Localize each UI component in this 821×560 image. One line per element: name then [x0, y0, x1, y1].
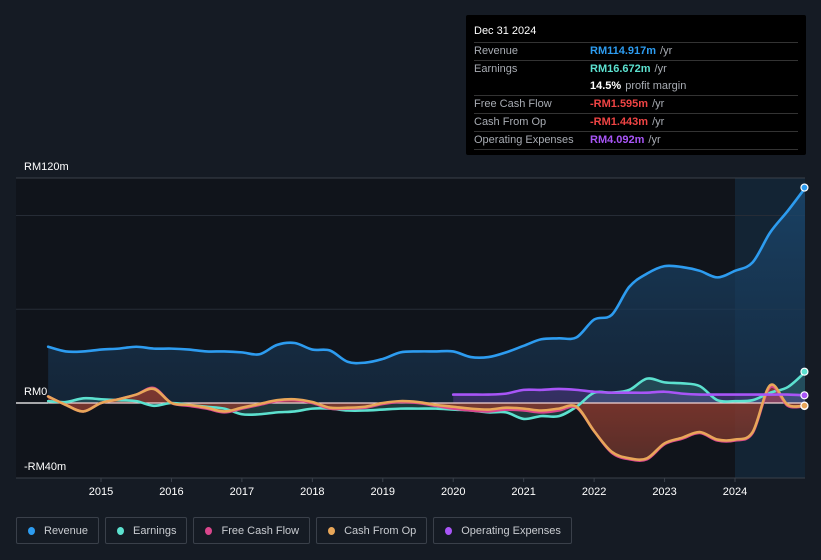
- tooltip-row-unit: /yr: [652, 116, 665, 128]
- tooltip-row-unit: profit margin: [625, 80, 687, 92]
- revenue-endpoint-marker: [800, 183, 809, 192]
- data-tooltip: Dec 31 2024 Revenue RM114.917m/yr Earnings…: [466, 15, 806, 155]
- tooltip-row-value: -RM1.443m: [590, 116, 649, 128]
- earnings-endpoint-marker: [800, 367, 809, 376]
- x-tick-label: 2024: [723, 486, 747, 498]
- x-tick-label: 2018: [300, 486, 324, 498]
- x-tick-label: 2015: [89, 486, 113, 498]
- tooltip-row: Revenue RM114.917m/yr: [474, 42, 798, 60]
- legend-label: Cash From Op: [344, 524, 417, 537]
- cash-from-op-endpoint-marker: [800, 401, 809, 410]
- legend-label: Free Cash Flow: [221, 524, 300, 537]
- x-tick-label: 2021: [511, 486, 535, 498]
- x-axis: 2015 2016 2017 2018 2019 2020 2021 2022 2023 2024: [89, 478, 747, 498]
- tooltip-row: 14.5% profit margin: [474, 78, 798, 95]
- tooltip-row-value: RM4.092m: [590, 134, 645, 146]
- x-tick-label: 2017: [230, 486, 254, 498]
- tooltip-row: Earnings RM16.672m/yr: [474, 60, 798, 78]
- operating-expenses-endpoint-marker: [800, 391, 809, 400]
- tooltip-row-value: RM16.672m: [590, 63, 651, 75]
- tooltip-row: Operating Expenses RM4.092m/yr: [474, 131, 798, 150]
- tooltip-row-value: -RM1.595m: [590, 98, 649, 110]
- legend-item-operating-expenses[interactable]: Operating Expenses: [433, 517, 572, 544]
- x-tick-label: 2020: [441, 486, 465, 498]
- legend-label: Earnings: [133, 524, 177, 537]
- tooltip-date: Dec 31 2024: [474, 25, 537, 37]
- legend-dot-icon: [117, 526, 125, 535]
- tooltip-row-label: Revenue: [474, 45, 519, 57]
- tooltip-row-label: Cash From Op: [474, 116, 547, 128]
- x-tick-label: 2016: [159, 486, 183, 498]
- y-tick-label: -RM40m: [24, 461, 66, 473]
- legend-item-revenue[interactable]: Revenue: [16, 517, 100, 544]
- tooltip-row-unit: /yr: [648, 134, 661, 146]
- x-tick-label: 2023: [652, 486, 676, 498]
- tooltip-row-label: Earnings: [474, 63, 518, 75]
- legend-label: Operating Expenses: [461, 524, 561, 537]
- legend-dot-icon: [445, 526, 453, 535]
- legend-dot-icon: [328, 526, 336, 535]
- legend-item-cash-from-op[interactable]: Cash From Op: [316, 517, 428, 544]
- tooltip-row-label: Operating Expenses: [474, 134, 574, 146]
- tooltip-row: Cash From Op -RM1.443m/yr: [474, 113, 798, 131]
- tooltip-row-value: RM114.917m: [590, 45, 657, 57]
- tooltip-row-unit: /yr: [652, 98, 665, 110]
- legend-item-earnings[interactable]: Earnings: [105, 517, 188, 544]
- tooltip-row-label: Free Cash Flow: [474, 98, 552, 110]
- tooltip-row-label: [474, 78, 590, 95]
- chart-legend: Revenue Earnings Free Cash Flow Cash From O…: [16, 517, 572, 544]
- legend-dot-icon: [28, 526, 35, 535]
- y-tick-label: RM120m: [24, 161, 69, 173]
- tooltip-row-value: 14.5%: [590, 80, 622, 92]
- y-tick-label: RM0: [24, 386, 47, 398]
- legend-item-free-cash-flow[interactable]: Free Cash Flow: [193, 517, 311, 544]
- legend-label: Revenue: [44, 524, 89, 537]
- tooltip-row-unit: /yr: [654, 63, 667, 75]
- legend-dot-icon: [205, 526, 213, 535]
- tooltip-row: Free Cash Flow -RM1.595m/yr: [474, 95, 798, 113]
- x-tick-label: 2019: [371, 486, 395, 498]
- tooltip-row-unit: /yr: [660, 45, 673, 57]
- tooltip-rows: Revenue RM114.917m/yr Earnings RM16.672m/yr…: [474, 42, 798, 150]
- x-tick-label: 2022: [582, 486, 606, 498]
